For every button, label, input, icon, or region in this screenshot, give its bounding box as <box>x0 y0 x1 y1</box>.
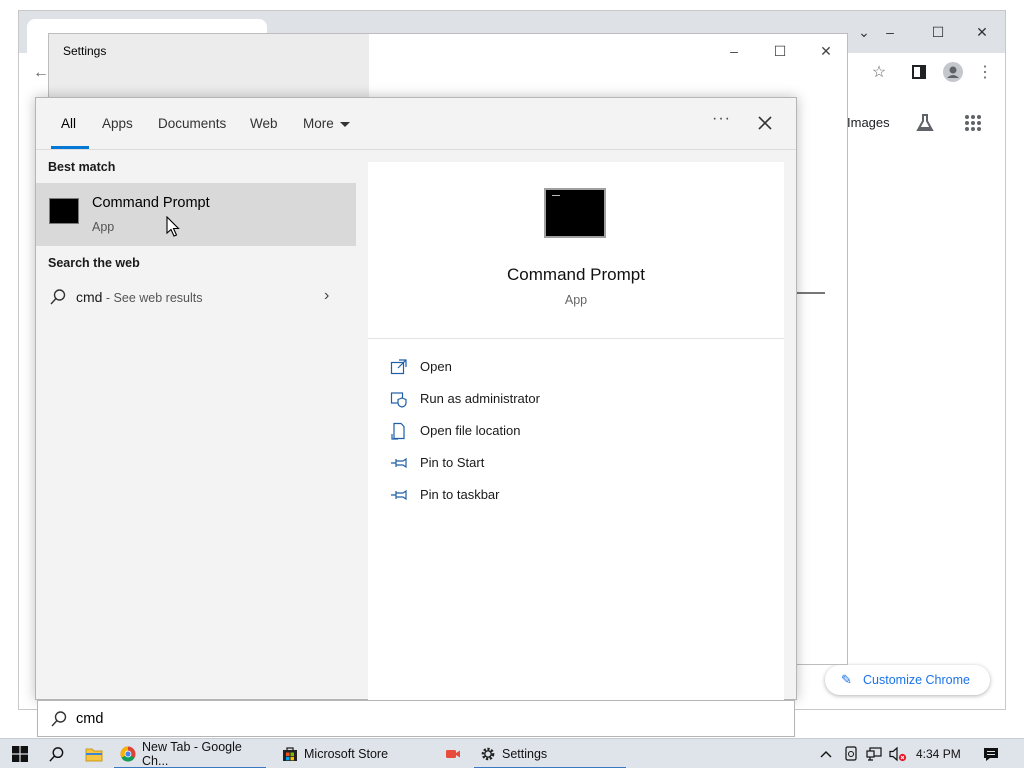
volume-muted-icon <box>889 746 907 762</box>
gear-icon <box>481 747 495 761</box>
chrome-maximize-button[interactable]: ☐ <box>915 19 961 45</box>
mouse-cursor-icon <box>166 216 180 237</box>
command-prompt-icon <box>49 198 79 224</box>
pin-icon <box>391 457 407 469</box>
video-camera-icon <box>446 750 460 758</box>
close-icon[interactable] <box>754 112 776 134</box>
taskbar-chrome-label: New Tab - Google Ch... <box>142 740 242 768</box>
chevron-right-icon: › <box>324 287 330 304</box>
taskbar-recorder[interactable] <box>440 739 466 768</box>
network-button[interactable] <box>864 739 884 768</box>
action-open-file-location[interactable]: Open file location <box>390 420 690 444</box>
action-pin-to-taskbar-label: Pin to taskbar <box>420 487 500 502</box>
more-options-icon[interactable]: ··· <box>712 110 734 128</box>
web-suffix: - See web results <box>102 291 203 305</box>
chevron-up-icon <box>820 751 832 758</box>
preview-pane: Command Prompt App Open Run as administr… <box>368 162 784 701</box>
tab-apps[interactable]: Apps <box>102 116 133 131</box>
action-open[interactable]: Open <box>390 356 690 380</box>
profile-icon[interactable] <box>941 60 965 84</box>
chrome-icon <box>120 746 136 762</box>
images-link[interactable]: Images <box>847 115 890 130</box>
taskbar-search-button[interactable] <box>42 739 70 768</box>
file-explorer-button[interactable] <box>80 739 108 768</box>
command-prompt-large-icon <box>544 188 606 238</box>
action-pin-to-start[interactable]: Pin to Start <box>390 452 690 476</box>
tab-more-label: More <box>303 116 334 131</box>
best-match-type: App <box>92 220 115 234</box>
windows-logo-icon <box>12 746 28 762</box>
apps-grid-icon[interactable] <box>961 111 985 135</box>
file-location-icon <box>391 422 405 440</box>
chrome-menu-icon[interactable]: ⋮ <box>973 60 997 84</box>
preview-type: App <box>564 293 588 307</box>
taskbar-store-label: Microsoft Store <box>304 747 389 761</box>
customize-chrome-button[interactable]: ✎ Customize Chrome <box>825 665 990 695</box>
tray-device-button[interactable] <box>842 739 860 768</box>
search-icon <box>48 746 63 762</box>
settings-maximize-button[interactable]: ☐ <box>757 38 803 64</box>
star-icon[interactable]: ☆ <box>867 60 891 84</box>
search-icon <box>50 289 66 305</box>
preview-divider <box>368 338 784 339</box>
preview-name: Command Prompt <box>507 265 645 284</box>
settings-title: Settings <box>63 44 107 58</box>
best-match-heading: Best match <box>48 160 116 174</box>
taskbar-settings[interactable]: Settings <box>474 739 626 768</box>
tab-web[interactable]: Web <box>250 116 278 131</box>
action-run-as-admin-label: Run as administrator <box>420 391 540 406</box>
customize-chrome-label: Customize Chrome <box>863 673 970 687</box>
device-icon <box>845 746 857 761</box>
search-input-value: cmd <box>76 711 104 727</box>
folder-icon <box>85 748 103 762</box>
shield-icon <box>390 392 407 408</box>
action-pin-to-taskbar[interactable]: Pin to taskbar <box>390 484 690 508</box>
best-match-name: Command Prompt <box>92 195 210 211</box>
taskbar-settings-label: Settings <box>502 747 548 761</box>
active-tab-indicator <box>51 146 89 149</box>
tab-all[interactable]: All <box>61 116 76 131</box>
open-icon <box>390 359 407 375</box>
settings-dropdown[interactable] <box>795 266 825 294</box>
store-bag-icon <box>283 747 297 761</box>
side-panel-icon[interactable] <box>907 60 931 84</box>
volume-button[interactable] <box>888 739 908 768</box>
settings-close-button[interactable]: ✕ <box>803 38 849 64</box>
tab-more[interactable]: More <box>303 116 350 131</box>
taskbar: New Tab - Google Ch... Microsoft Store S… <box>0 738 1024 768</box>
taskbar-chrome[interactable]: New Tab - Google Ch... <box>114 739 266 768</box>
web-result-item[interactable]: cmd - See web results › <box>36 279 356 315</box>
pin-icon <box>391 489 407 501</box>
taskbar-clock[interactable]: 4:34 PM <box>916 747 961 761</box>
settings-minimize-button[interactable]: – <box>711 38 757 64</box>
start-button[interactable] <box>6 739 34 768</box>
search-input[interactable]: cmd <box>37 700 795 737</box>
tab-documents[interactable]: Documents <box>158 116 226 131</box>
web-heading: Search the web <box>48 256 140 270</box>
search-flyout: All Apps Documents Web More ··· Best mat… <box>35 97 797 701</box>
pencil-icon: ✎ <box>841 672 852 687</box>
web-query: cmd <box>76 289 103 305</box>
labs-flask-icon[interactable] <box>913 111 937 135</box>
action-pin-to-start-label: Pin to Start <box>420 455 485 470</box>
best-match-item[interactable]: Command Prompt App <box>36 183 356 246</box>
caret-down-icon <box>339 121 350 127</box>
taskbar-microsoft-store[interactable]: Microsoft Store <box>276 739 426 768</box>
web-result-text: cmd - See web results <box>76 289 203 305</box>
notification-icon <box>984 747 998 761</box>
action-open-label: Open <box>420 359 452 374</box>
action-center-button[interactable] <box>978 739 1004 768</box>
chrome-close-button[interactable]: ✕ <box>959 19 1005 45</box>
action-open-file-location-label: Open file location <box>420 423 521 438</box>
search-tabs: All Apps Documents Web More ··· <box>36 98 796 150</box>
network-icon <box>866 747 882 761</box>
action-run-as-admin[interactable]: Run as administrator <box>390 388 690 412</box>
chrome-minimize-button[interactable]: – <box>867 19 913 45</box>
show-hidden-icons-button[interactable] <box>816 739 836 768</box>
search-icon <box>51 711 67 727</box>
